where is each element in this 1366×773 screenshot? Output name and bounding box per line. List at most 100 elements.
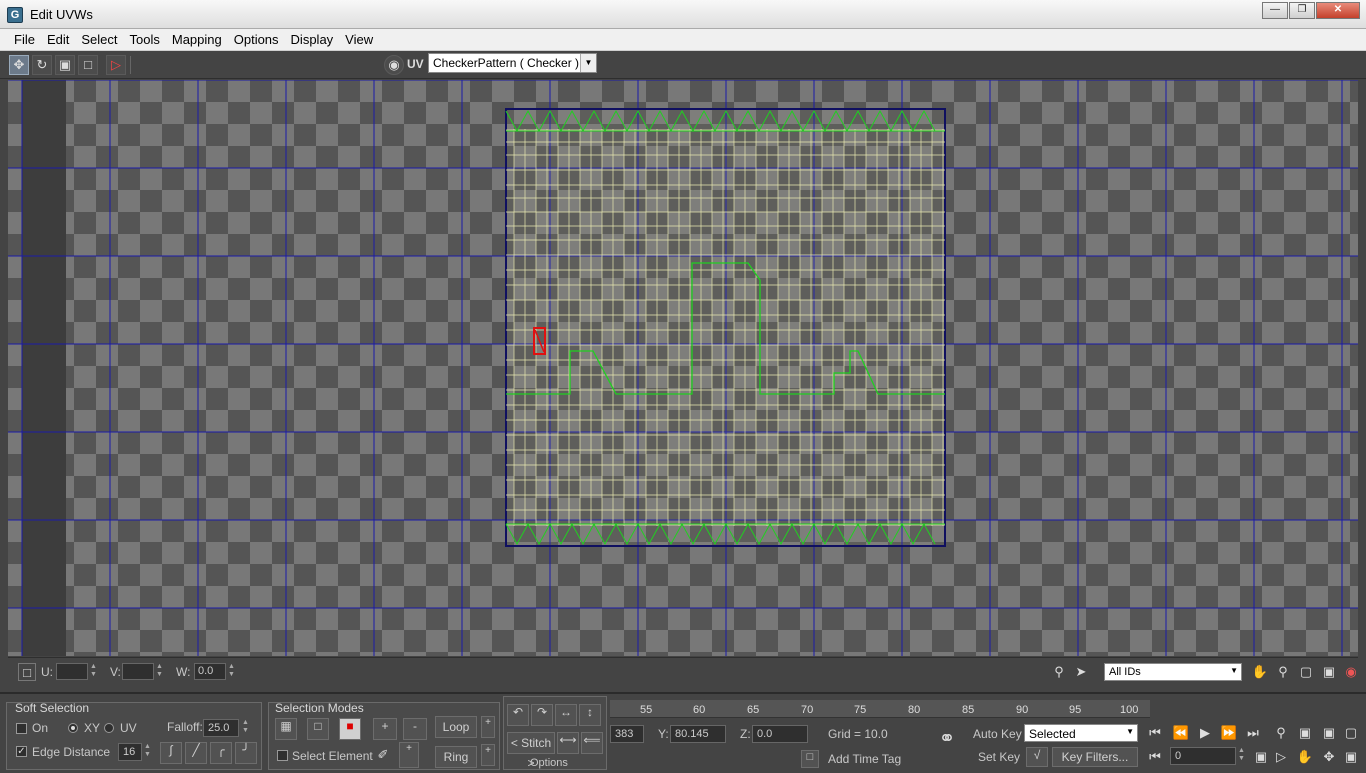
soft-selection-on-checkbox[interactable] xyxy=(16,723,27,734)
zoom-region-icon[interactable]: ▢ xyxy=(1297,663,1315,681)
menu-select[interactable]: Select xyxy=(75,29,123,51)
z-coord-field[interactable]: 0.0 xyxy=(752,725,808,743)
snap-icon[interactable]: ◉ xyxy=(1342,663,1360,681)
y-coord-field[interactable]: 80.145 xyxy=(670,725,726,743)
loop-spinner[interactable]: + xyxy=(481,716,495,738)
timeline-tick: 90 xyxy=(1016,704,1029,716)
falloff-slow-icon[interactable]: ╭ xyxy=(210,742,232,764)
maximize-viewport-icon[interactable]: ▣ xyxy=(1342,748,1360,766)
uv-editor-viewport[interactable] xyxy=(8,80,1358,656)
v-spinner[interactable]: ▲ ▼ xyxy=(155,663,164,680)
grow-selection-button[interactable]: + xyxy=(373,718,397,740)
mirror-icon[interactable]: ▷ xyxy=(106,55,126,75)
minimize-button[interactable]: — xyxy=(1262,2,1288,19)
chevron-down-icon: ▼ xyxy=(1126,727,1134,736)
polygon-mode-icon[interactable]: ■ xyxy=(339,718,361,740)
edge-distance-checkbox[interactable]: ✓ xyxy=(16,746,27,757)
ring-spinner[interactable]: + xyxy=(481,744,495,766)
mirror-horizontal-icon[interactable]: ↔ xyxy=(555,704,577,726)
prev-frame-icon[interactable]: ⏪ xyxy=(1172,724,1190,742)
rotate-icon[interactable]: ↻ xyxy=(32,55,52,75)
key-filters-button[interactable]: Key Filters... xyxy=(1052,747,1138,767)
selection-modes-title: Selection Modes xyxy=(275,701,364,715)
expand-loop-button[interactable]: + xyxy=(399,742,419,768)
menu-file[interactable]: File xyxy=(8,29,41,51)
play-icon[interactable]: ▶ xyxy=(1196,724,1214,742)
uv-radio[interactable] xyxy=(104,723,114,733)
menu-display[interactable]: Display xyxy=(285,29,340,51)
goto-start-icon[interactable]: ⏮ xyxy=(1146,724,1164,742)
curve-icon[interactable]: √ xyxy=(1026,747,1048,767)
v-field[interactable] xyxy=(122,663,154,680)
orbit-icon[interactable]: ✥ xyxy=(1320,748,1338,766)
goto-end-icon[interactable]: ⏭ xyxy=(1244,724,1262,742)
align-vertical-icon[interactable]: ⟸ xyxy=(581,732,603,754)
paint-select-icon[interactable]: ➤ xyxy=(1072,663,1090,681)
time-tag-icon[interactable]: □ xyxy=(801,750,819,768)
timeline-ruler[interactable]: 55 60 65 70 75 80 85 90 95 100 xyxy=(610,700,1150,718)
pan-view-icon[interactable]: ✋ xyxy=(1296,748,1314,766)
time-config-icon[interactable]: ▣ xyxy=(1252,748,1270,766)
shrink-selection-button[interactable]: - xyxy=(403,718,427,740)
edge-mode-icon[interactable]: □ xyxy=(307,718,329,740)
add-time-tag-label[interactable]: Add Time Tag xyxy=(828,752,901,766)
key-mode-toggle-icon[interactable]: ⏮ xyxy=(1146,748,1164,766)
maximize-button[interactable]: ❐ xyxy=(1289,2,1315,19)
pan-icon[interactable]: ✋ xyxy=(1251,663,1269,681)
move-icon[interactable]: ✥ xyxy=(9,55,29,75)
falloff-spinner[interactable]: ▲ ▼ xyxy=(241,719,250,736)
loop-button[interactable]: Loop xyxy=(435,716,477,738)
zoom-viewport-icon[interactable]: ⚲ xyxy=(1272,724,1290,742)
grid-size-label: Grid = 10.0 xyxy=(828,727,888,741)
zoom-icon[interactable]: ⚲ xyxy=(1274,663,1292,681)
zoom-extents-selected-icon[interactable]: ▣ xyxy=(1320,724,1338,742)
u-spinner[interactable]: ▲ ▼ xyxy=(89,663,98,680)
ring-button[interactable]: Ring xyxy=(435,746,477,768)
timeline-tick: 55 xyxy=(640,704,653,716)
xy-radio[interactable] xyxy=(68,723,78,733)
zoom-extents-all-icon[interactable]: ▢ xyxy=(1342,724,1360,742)
falloff-field[interactable]: 25.0 xyxy=(203,719,239,737)
next-frame-icon[interactable]: ⏩ xyxy=(1220,724,1238,742)
align-horizontal-icon[interactable]: ⟷ xyxy=(557,732,579,754)
menu-mapping[interactable]: Mapping xyxy=(166,29,228,51)
frame-field[interactable]: 0 xyxy=(1170,747,1236,765)
select-element-label: Select Element xyxy=(292,749,373,763)
set-key-label[interactable]: Set Key xyxy=(978,750,1020,764)
absolute-offset-icon[interactable]: □ xyxy=(18,663,36,681)
w-field[interactable]: 0.0 xyxy=(194,663,226,680)
scale-icon[interactable]: ▣ xyxy=(55,55,75,75)
menu-edit[interactable]: Edit xyxy=(41,29,75,51)
zoom-extents-icon[interactable]: ▣ xyxy=(1320,663,1338,681)
edge-distance-spinner[interactable]: ▲ ▼ xyxy=(143,743,152,760)
falloff-fast-icon[interactable]: ╯ xyxy=(235,742,257,764)
x-coord-field[interactable]: 383 xyxy=(610,725,644,743)
vertex-mode-icon[interactable]: ▦ xyxy=(275,718,297,740)
lock-icon[interactable]: ⚲ xyxy=(1050,663,1068,681)
frame-spinner[interactable]: ▲ ▼ xyxy=(1237,747,1246,764)
menu-view[interactable]: View xyxy=(339,29,379,51)
u-field[interactable] xyxy=(56,663,88,680)
falloff-linear-icon[interactable]: ╱ xyxy=(185,742,207,764)
falloff-smooth-icon[interactable]: ∫ xyxy=(160,742,182,764)
rotate-ccw-icon[interactable]: ↶ xyxy=(507,704,529,726)
close-button[interactable]: ✕ xyxy=(1316,2,1360,19)
menu-options[interactable]: Options xyxy=(228,29,285,51)
material-id-filter[interactable]: All IDs ▼ xyxy=(1104,663,1242,681)
rotate-cw-icon[interactable]: ↷ xyxy=(531,704,553,726)
key-mode-select[interactable]: Selected ▼ xyxy=(1024,724,1138,742)
menu-tools[interactable]: Tools xyxy=(124,29,166,51)
zoom-all-icon[interactable]: ▣ xyxy=(1296,724,1314,742)
freeform-icon[interactable]: □ xyxy=(78,55,98,75)
checker-map-icon[interactable]: ◉ xyxy=(384,55,404,75)
mirror-vertical-icon[interactable]: ↕ xyxy=(579,704,601,726)
key-icon[interactable]: ⚭ xyxy=(933,729,961,749)
w-spinner[interactable]: ▲ ▼ xyxy=(227,663,236,680)
stitch-button[interactable]: < Stitch > xyxy=(507,732,555,770)
paint-brush-icon[interactable]: ✐ xyxy=(374,746,392,764)
texture-select[interactable]: CheckerPattern ( Checker ) ▼ xyxy=(428,53,597,73)
auto-key-label[interactable]: Auto Key xyxy=(973,727,1022,741)
select-element-checkbox[interactable] xyxy=(277,750,288,761)
field-of-view-icon[interactable]: ▷ xyxy=(1272,748,1290,766)
edge-distance-field[interactable]: 16 xyxy=(118,743,142,761)
